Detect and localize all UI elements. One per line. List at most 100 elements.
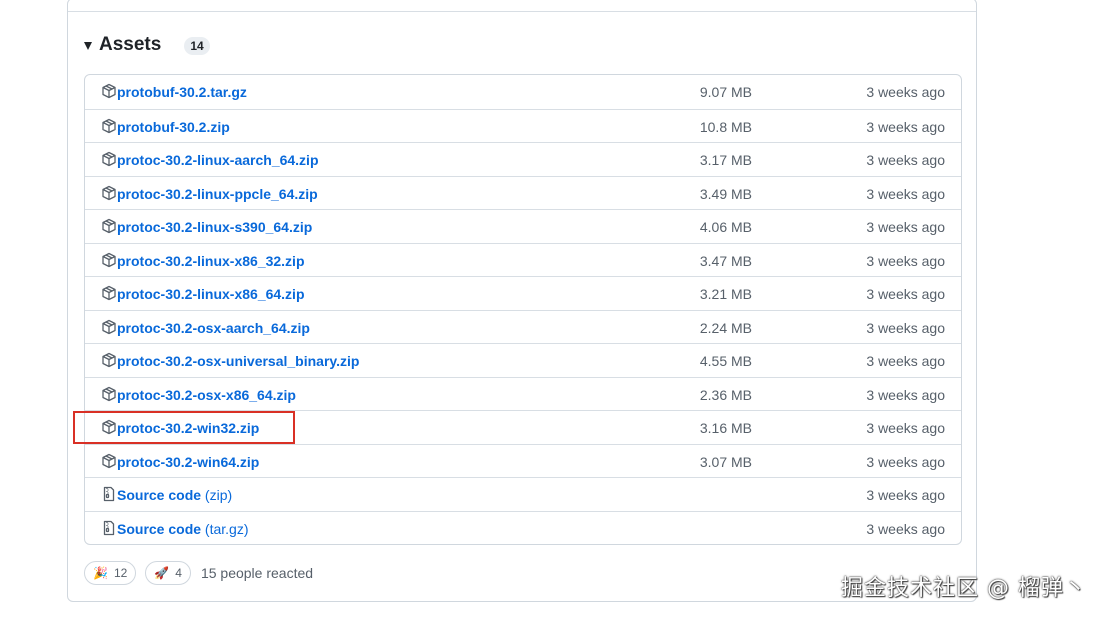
package-icon [101, 285, 117, 301]
asset-size: 3.17 MB [699, 152, 752, 168]
asset-link[interactable]: protoc-30.2-linux-x86_32.zip [117, 253, 305, 269]
assets-count-badge: 14 [184, 37, 210, 55]
asset-row: protoc-30.2-osx-aarch_64.zip 2.24 MB 3 wee… [85, 309, 961, 344]
asset-row: protoc-30.2-linux-s390_64.zip 4.06 MB 3 we… [85, 209, 961, 243]
asset-name: protoc-30.2-linux-x86_64.zip [117, 286, 305, 302]
asset-name: protoc-30.2-osx-x86_64.zip [117, 386, 296, 403]
asset-link[interactable]: protoc-30.2-osx-x86_64.zip [117, 387, 296, 403]
watermark: 掘金技术社区 @ 榴弹丶 [841, 576, 1087, 601]
asset-row: protoc-30.2-linux-aarch_64.zip 3.17 MB 3 w… [85, 142, 961, 176]
package-icon [101, 118, 117, 134]
asset-name: protoc-30.2-osx-universal_binary.zip [117, 353, 360, 369]
asset-row: protoc-30.2-linux-x86_64.zip 3.21 MB 3 wee… [85, 276, 961, 310]
asset-row: protoc-30.2-win64.zip 3.07 MB 3 weeks ago [85, 443, 961, 478]
package-icon [101, 151, 117, 167]
package-icon [101, 419, 117, 435]
package-icon [101, 252, 117, 268]
package-icon [101, 83, 117, 99]
asset-format: (tar.gz) [201, 520, 249, 537]
asset-name: protobuf-30.2.zip [117, 118, 230, 135]
reaction-count: 12 [113, 566, 128, 580]
tada-icon: 🎉 [93, 566, 108, 580]
asset-size: 2.36 MB [699, 386, 752, 403]
file-zip-icon [101, 486, 117, 502]
asset-name: protoc-30.2-win64.zip [117, 453, 260, 470]
asset-link[interactable]: Source code (zip) [117, 487, 232, 503]
asset-row: Source code (tar.gz) 3 weeks ago [85, 510, 961, 545]
asset-row: protoc-30.2-linux-x86_32.zip 3.47 MB 3 wee… [85, 242, 961, 277]
assets-title: Assets [99, 34, 162, 55]
asset-link[interactable]: protobuf-30.2.zip [117, 119, 230, 135]
reactions-bar: 🎉 12 🚀 4 15 people reacted [84, 561, 313, 585]
asset-row: protoc-30.2-win32.zip 3.16 MB 3 weeks ago [85, 410, 961, 444]
asset-date: 3 weeks ago [866, 118, 945, 135]
asset-size: 3.21 MB [699, 286, 752, 302]
asset-date: 3 weeks ago [866, 152, 945, 168]
assets-list: protobuf-30.2.tar.gz 9.07 MB 3 weeks ago pr… [84, 74, 962, 545]
asset-link[interactable]: protoc-30.2-win64.zip [117, 454, 259, 470]
asset-size: 4.55 MB [699, 353, 752, 369]
asset-name: protobuf-30.2.tar.gz [117, 84, 247, 100]
asset-row: Source code (zip) 3 weeks ago [85, 477, 961, 511]
asset-date: 3 weeks ago [866, 520, 945, 537]
asset-size: 3.07 MB [699, 453, 752, 470]
asset-size: 10.8 MB [699, 118, 752, 135]
asset-link[interactable]: protoc-30.2-linux-s390_64.zip [117, 219, 312, 235]
asset-size: 2.24 MB [699, 319, 752, 336]
reaction-button[interactable]: 🚀 4 [145, 561, 191, 585]
asset-name: protoc-30.2-linux-aarch_64.zip [117, 152, 319, 168]
asset-size: 4.06 MB [699, 219, 752, 235]
asset-name: protoc-30.2-linux-s390_64.zip [117, 219, 313, 235]
asset-name: protoc-30.2-linux-x86_32.zip [117, 252, 305, 269]
package-icon [101, 453, 117, 469]
asset-date: 3 weeks ago [866, 487, 945, 503]
package-icon [101, 185, 117, 201]
asset-link[interactable]: Source code (tar.gz) [117, 521, 249, 537]
divider [68, 11, 976, 12]
assets-toggle[interactable]: Assets 14 [84, 32, 210, 58]
reaction-count: 4 [175, 566, 182, 580]
rocket-icon: 🚀 [154, 566, 170, 580]
asset-size: 3.47 MB [699, 252, 752, 269]
asset-link[interactable]: protobuf-30.2.tar.gz [117, 84, 247, 100]
reactions-summary: 15 people reacted [200, 565, 314, 581]
asset-name: protoc-30.2-linux-ppcle_64.zip [117, 185, 318, 202]
asset-date: 3 weeks ago [866, 252, 945, 269]
asset-row: protoc-30.2-linux-ppcle_64.zip 3.49 MB 3 w… [85, 175, 961, 210]
asset-size: 9.07 MB [699, 84, 752, 100]
asset-name: protoc-30.2-osx-aarch_64.zip [117, 319, 310, 336]
asset-link[interactable]: protoc-30.2-linux-x86_64.zip [117, 286, 305, 302]
asset-format: (zip) [201, 487, 233, 503]
asset-date: 3 weeks ago [866, 420, 945, 436]
asset-link[interactable]: protoc-30.2-linux-ppcle_64.zip [117, 186, 318, 202]
asset-size: 3.49 MB [699, 185, 752, 202]
asset-row: protobuf-30.2.zip 10.8 MB 3 weeks ago [85, 108, 961, 143]
asset-name: protoc-30.2-win32.zip [117, 420, 260, 436]
reaction-button[interactable]: 🎉 12 [84, 561, 137, 585]
asset-date: 3 weeks ago [866, 84, 945, 100]
asset-size: 3.16 MB [699, 420, 752, 436]
asset-row: protoc-30.2-osx-universal_binary.zip 4.55… [85, 343, 961, 377]
asset-date: 3 weeks ago [866, 185, 945, 202]
asset-date: 3 weeks ago [866, 386, 945, 403]
asset-date: 3 weeks ago [866, 319, 945, 336]
asset-row: protobuf-30.2.tar.gz 9.07 MB 3 weeks ago [85, 75, 961, 109]
asset-link[interactable]: protoc-30.2-osx-aarch_64.zip [117, 320, 310, 336]
release-card: Assets 14 protobuf-30.2.tar.gz 9.07 MB 3 w… [67, 0, 977, 602]
asset-date: 3 weeks ago [866, 453, 945, 470]
asset-name: Source code [117, 520, 202, 537]
package-icon [101, 319, 117, 335]
asset-link[interactable]: protoc-30.2-linux-aarch_64.zip [117, 152, 319, 168]
file-zip-icon [101, 520, 117, 536]
asset-date: 3 weeks ago [866, 353, 945, 369]
package-icon [101, 218, 117, 234]
package-icon [101, 352, 117, 368]
caret-down-icon [84, 42, 92, 50]
asset-row: protoc-30.2-osx-x86_64.zip 2.36 MB 3 weeks… [85, 376, 961, 411]
asset-link[interactable]: protoc-30.2-osx-universal_binary.zip [117, 353, 359, 369]
asset-date: 3 weeks ago [866, 219, 945, 235]
asset-name: Source code [117, 487, 202, 503]
asset-link[interactable]: protoc-30.2-win32.zip [117, 420, 259, 436]
package-icon [101, 386, 117, 402]
asset-date: 3 weeks ago [866, 286, 945, 302]
